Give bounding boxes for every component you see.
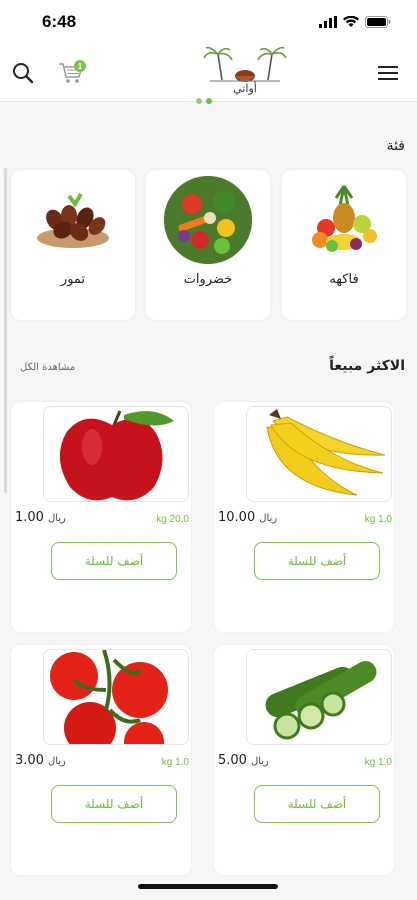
carousel-dot[interactable] xyxy=(196,98,202,104)
add-to-cart-button[interactable]: أضف للسلة xyxy=(254,785,380,823)
see-all-link[interactable]: مشاهدة الكل xyxy=(20,362,75,373)
currency-label: ريال xyxy=(47,513,66,524)
product-weight: kg 20.0 xyxy=(156,514,189,525)
cart-count-badge: 1 xyxy=(74,60,86,72)
currency-label: ريال xyxy=(47,756,66,767)
product-price: 3.00 ريال xyxy=(15,753,66,768)
vegetables-image xyxy=(164,176,252,264)
product-weight: kg 1.0 xyxy=(364,757,392,768)
search-button[interactable] xyxy=(8,58,38,88)
product-weight: kg 1.0 xyxy=(364,514,392,525)
product-card-apple[interactable]: kg 20.0 1.00 ريال أضف للسلة xyxy=(11,402,191,632)
carousel-dots xyxy=(196,98,212,104)
cart-button[interactable]: 1 xyxy=(56,58,86,88)
add-to-cart-button[interactable]: أضف للسلة xyxy=(254,542,380,580)
best-sellers-title: الاكثر مبيعاً xyxy=(329,358,405,374)
menu-button[interactable] xyxy=(373,58,403,88)
currency-label: ريال xyxy=(250,756,269,767)
status-time: 6:48 xyxy=(42,12,77,31)
product-price: 5.00 ريال xyxy=(218,753,269,768)
price-value: 3.00 xyxy=(15,753,44,768)
scroll-indicator xyxy=(4,168,7,493)
status-bar: 6:48 xyxy=(0,0,417,44)
carousel-dot-active[interactable] xyxy=(206,98,212,104)
category-label: فاكهه xyxy=(329,272,359,287)
home-indicator[interactable] xyxy=(138,884,278,889)
cucumber-image xyxy=(246,649,392,745)
category-card-vegetables[interactable]: خضروات xyxy=(146,170,270,320)
palm-logo-icon xyxy=(203,46,287,82)
category-label: تمور xyxy=(60,272,86,287)
product-card-cucumber[interactable]: kg 1.0 5.00 ريال أضف للسلة xyxy=(214,645,394,875)
price-value: 10.00 xyxy=(218,510,256,525)
logo-text: أواتي xyxy=(233,82,257,95)
category-label: خضروات xyxy=(183,272,233,287)
price-value: 1.00 xyxy=(15,510,44,525)
app-header: 1 أواتي xyxy=(0,44,417,102)
add-to-cart-button[interactable]: أضف للسلة xyxy=(51,785,177,823)
product-price: 1.00 ريال xyxy=(15,510,66,525)
product-card-tomato[interactable]: kg 1.0 3.00 ريال أضف للسلة xyxy=(11,645,191,875)
apple-image xyxy=(43,406,189,502)
product-price: 10.00 ريال xyxy=(218,510,277,525)
search-icon xyxy=(13,63,34,84)
status-icons xyxy=(319,16,391,28)
categories-title: فئة xyxy=(386,138,405,154)
add-to-cart-button[interactable]: أضف للسلة xyxy=(51,542,177,580)
currency-label: ريال xyxy=(259,513,278,524)
banana-image xyxy=(246,406,392,502)
hamburger-menu-icon xyxy=(378,66,398,80)
category-card-fruits[interactable]: فاكهه xyxy=(282,170,406,320)
product-weight: kg 1.0 xyxy=(161,757,189,768)
signal-icon xyxy=(319,16,337,28)
tomato-image xyxy=(43,649,189,745)
category-card-dates[interactable]: تمور xyxy=(11,170,135,320)
price-value: 5.00 xyxy=(218,753,247,768)
fruits-image xyxy=(300,176,388,264)
wifi-icon xyxy=(343,16,359,27)
product-card-banana[interactable]: kg 1.0 10.00 ريال أضف للسلة xyxy=(214,402,394,632)
dates-image xyxy=(29,176,117,264)
battery-icon xyxy=(365,16,391,28)
app-logo: أواتي xyxy=(200,46,290,100)
